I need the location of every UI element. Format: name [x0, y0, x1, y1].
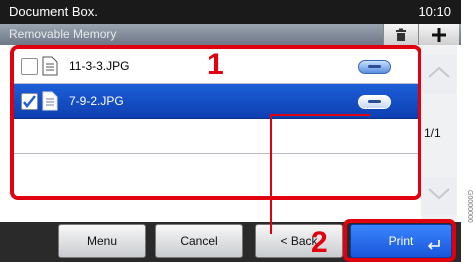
chevron-up-icon — [428, 66, 450, 78]
delete-button[interactable] — [383, 24, 418, 45]
scroll-down-button[interactable] — [421, 177, 457, 215]
trash-icon — [396, 28, 406, 41]
detail-button[interactable] — [358, 60, 391, 74]
add-button[interactable] — [418, 24, 459, 45]
document-icon — [42, 91, 58, 111]
callout-leader-line — [270, 114, 272, 234]
checkbox[interactable] — [21, 58, 38, 75]
callout-leader-line — [270, 114, 370, 116]
chevron-down-icon — [428, 188, 450, 200]
detail-button[interactable] — [358, 95, 391, 109]
top-status-bar: Document Box. 10:10 — [0, 0, 461, 24]
empty-row — [14, 119, 418, 154]
screen-title: Document Box. — [9, 4, 98, 19]
page-indicator: 1/1 — [424, 126, 441, 140]
callout-number-1: 1 — [207, 48, 224, 81]
location-title: Removable Memory — [9, 27, 117, 41]
check-icon — [23, 95, 36, 108]
print-highlight — [343, 219, 456, 262]
back-button[interactable]: < Back — [255, 224, 343, 258]
menu-button[interactable]: Menu — [58, 224, 146, 258]
scroll-up-button[interactable] — [421, 55, 457, 93]
location-bar: Removable Memory — [0, 24, 461, 45]
figure-reference: G0000000 — [466, 190, 473, 223]
checkbox-checked[interactable] — [21, 93, 38, 110]
document-icon — [42, 56, 58, 76]
file-name: 11-3-3.JPG — [69, 59, 130, 73]
file-name: 7-9-2.JPG — [69, 94, 124, 108]
clock: 10:10 — [418, 4, 451, 19]
cancel-button[interactable]: Cancel — [155, 224, 243, 258]
plus-icon — [432, 27, 446, 42]
callout-number-2: 2 — [311, 226, 328, 259]
empty-row — [14, 154, 418, 188]
